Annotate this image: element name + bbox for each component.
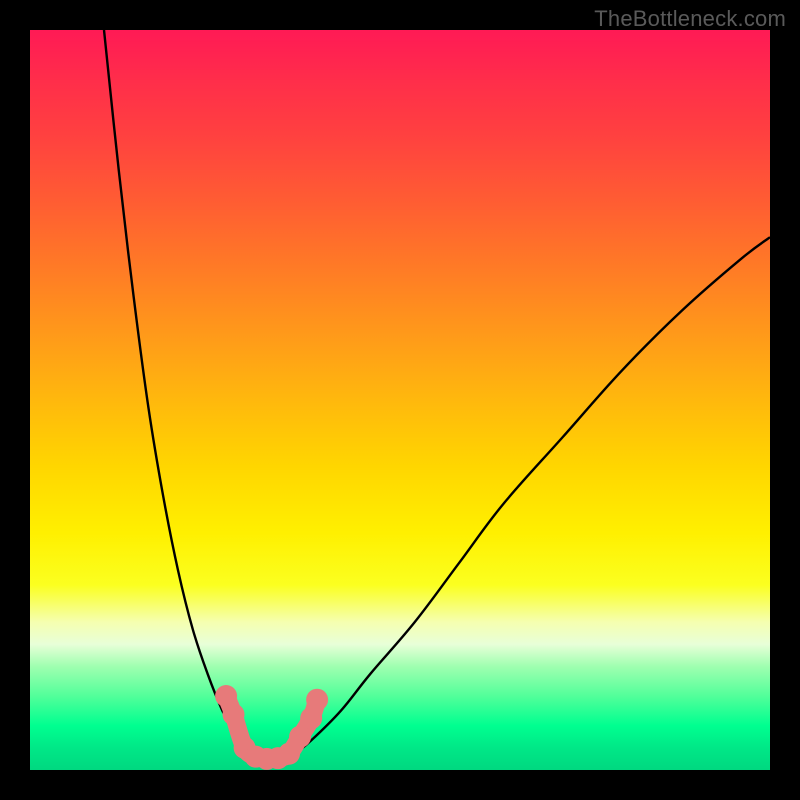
plot-area xyxy=(30,30,770,770)
marker-dot-9 xyxy=(306,689,328,711)
curve-layer xyxy=(104,30,770,759)
curve-left_branch xyxy=(104,30,248,759)
watermark-text: TheBottleneck.com xyxy=(594,6,786,32)
marker-layer xyxy=(215,685,328,770)
marker-dot-1 xyxy=(223,704,245,726)
curve-right_branch xyxy=(289,237,770,759)
marker-dot-7 xyxy=(289,726,311,748)
chart-svg xyxy=(30,30,770,770)
chart-frame: TheBottleneck.com xyxy=(0,0,800,800)
